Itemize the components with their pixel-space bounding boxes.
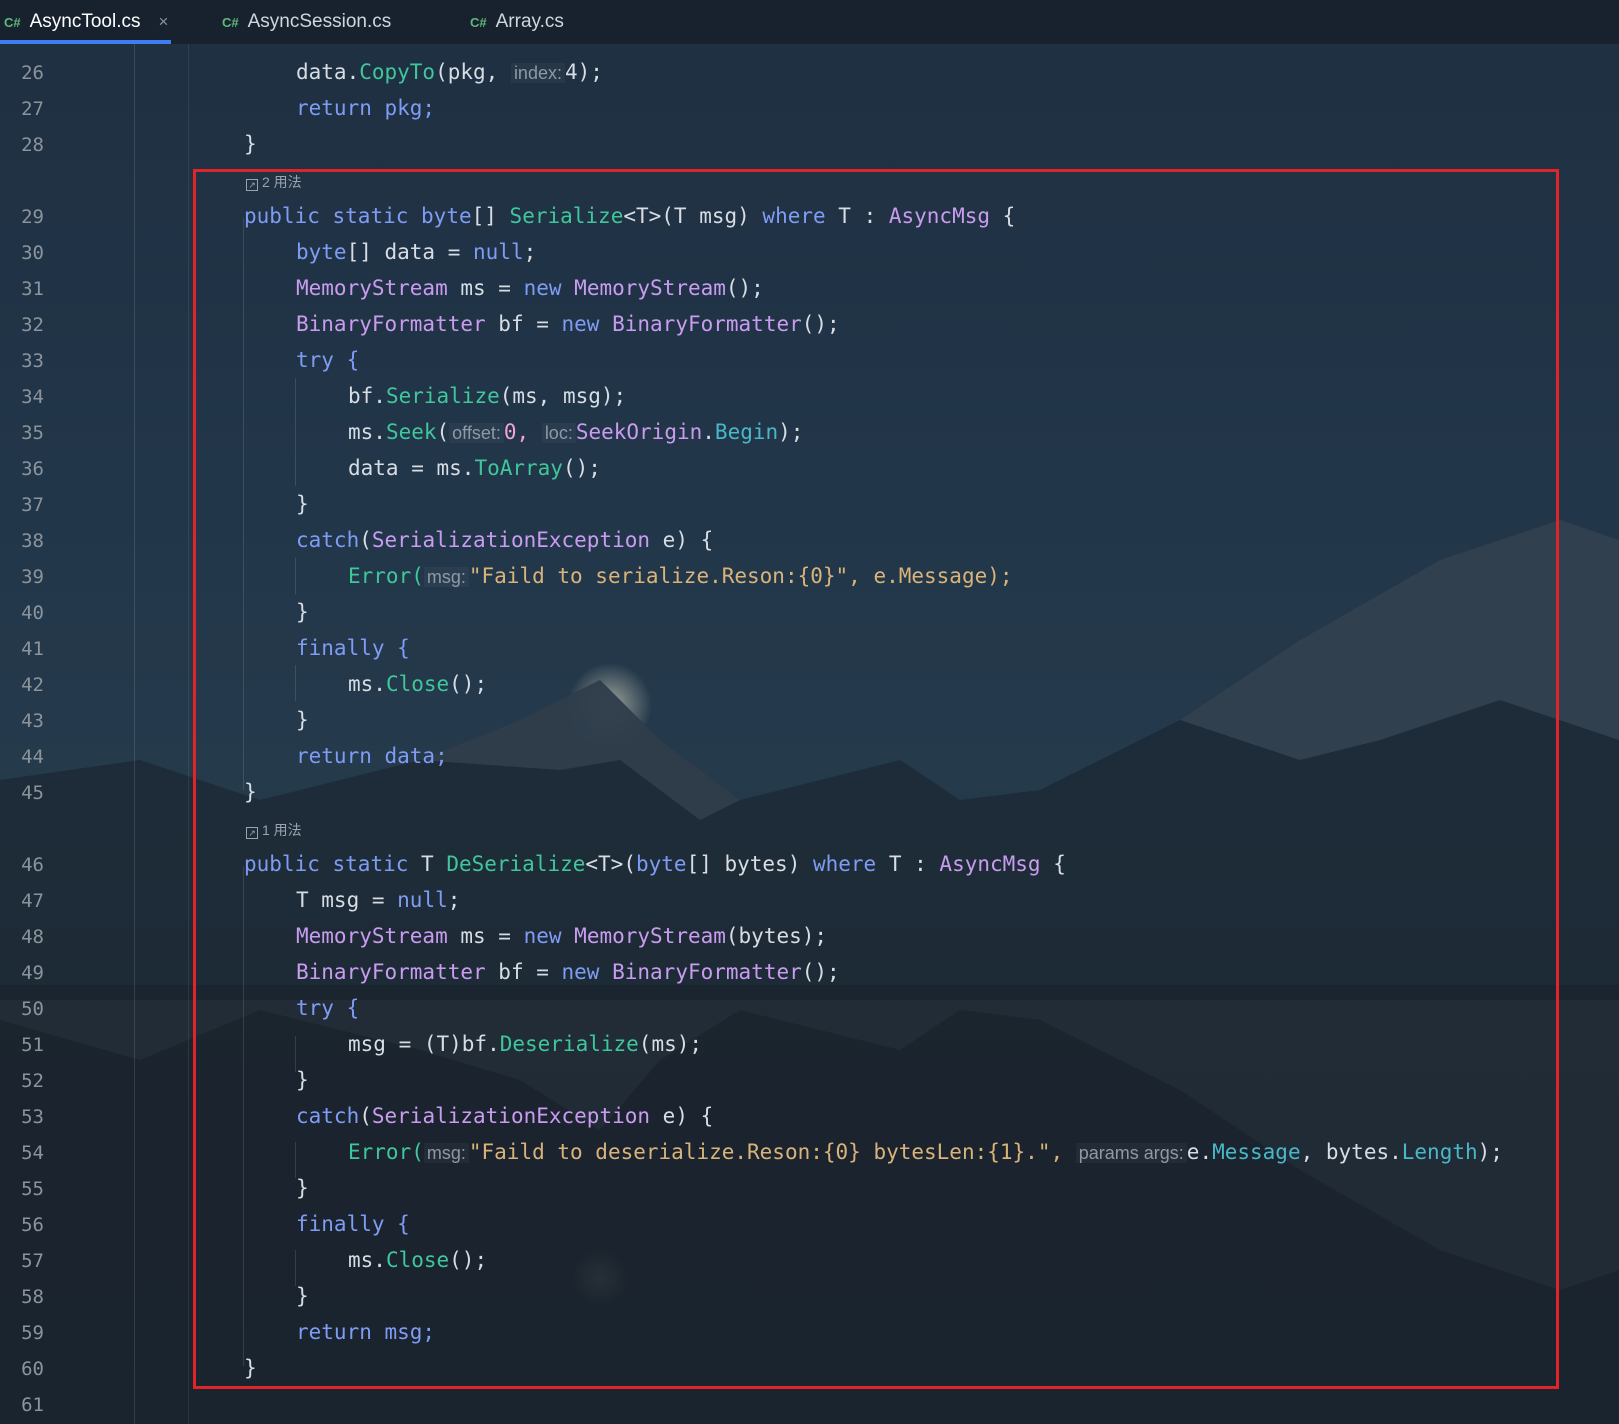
editor-tab-bar: C# AsyncTool.cs × C# AsyncSession.cs C# … [0, 0, 1619, 45]
gutter-divider [134, 44, 135, 1424]
code-line-27[interactable]: return pkg; [296, 96, 435, 120]
line-number[interactable]: 30 [0, 242, 44, 264]
line-number[interactable]: 38 [0, 530, 44, 552]
line-number[interactable]: 46 [0, 854, 44, 876]
line-number[interactable]: 39 [0, 566, 44, 588]
line-number[interactable]: 28 [0, 134, 44, 156]
fold-divider [188, 44, 189, 1424]
line-number[interactable]: 37 [0, 494, 44, 516]
line-number[interactable]: 52 [0, 1070, 44, 1092]
line-number[interactable]: 56 [0, 1214, 44, 1236]
csharp-file-icon: C# [4, 14, 21, 30]
parameter-hint: index: [510, 63, 565, 83]
line-number[interactable]: 53 [0, 1106, 44, 1128]
highlight-box [193, 169, 1559, 1389]
close-icon[interactable]: × [159, 12, 169, 32]
line-number[interactable]: 41 [0, 638, 44, 660]
tab-label: AsyncSession.cs [247, 11, 392, 32]
line-number[interactable]: 57 [0, 1250, 44, 1272]
tab-label: Array.cs [495, 11, 564, 32]
line-number[interactable]: 58 [0, 1286, 44, 1308]
line-number[interactable]: 60 [0, 1358, 44, 1380]
csharp-file-icon: C# [470, 14, 487, 30]
line-number[interactable]: 29 [0, 206, 44, 228]
line-number[interactable]: 54 [0, 1142, 44, 1164]
tab-asynctool[interactable]: C# AsyncTool.cs × [0, 0, 172, 44]
line-number[interactable]: 33 [0, 350, 44, 372]
line-number[interactable]: 36 [0, 458, 44, 480]
code-line-26[interactable]: data.CopyTo(pkg, index: 4); [296, 60, 603, 84]
tab-asyncsession[interactable]: C# AsyncSession.cs [222, 0, 391, 44]
line-number[interactable]: 42 [0, 674, 44, 696]
tab-label: AsyncTool.cs [29, 11, 141, 32]
line-number[interactable]: 47 [0, 890, 44, 912]
line-number[interactable]: 55 [0, 1178, 44, 1200]
active-tab-indicator [0, 40, 172, 44]
line-number[interactable]: 51 [0, 1034, 44, 1056]
line-number[interactable]: 34 [0, 386, 44, 408]
line-number[interactable]: 48 [0, 926, 44, 948]
csharp-file-icon: C# [222, 14, 239, 30]
line-number[interactable]: 32 [0, 314, 44, 336]
tab-array[interactable]: C# Array.cs [470, 0, 564, 44]
code-line-28[interactable]: } [244, 132, 257, 156]
line-number[interactable]: 45 [0, 782, 44, 804]
line-number[interactable]: 31 [0, 278, 44, 300]
line-number[interactable]: 40 [0, 602, 44, 624]
line-number[interactable]: 61 [0, 1394, 44, 1416]
line-number[interactable]: 35 [0, 422, 44, 444]
line-number[interactable]: 44 [0, 746, 44, 768]
line-number[interactable]: 59 [0, 1322, 44, 1344]
line-number[interactable]: 43 [0, 710, 44, 732]
line-number[interactable]: 50 [0, 998, 44, 1020]
line-number[interactable]: 26 [0, 62, 44, 84]
line-number[interactable]: 49 [0, 962, 44, 984]
line-number[interactable]: 27 [0, 98, 44, 120]
